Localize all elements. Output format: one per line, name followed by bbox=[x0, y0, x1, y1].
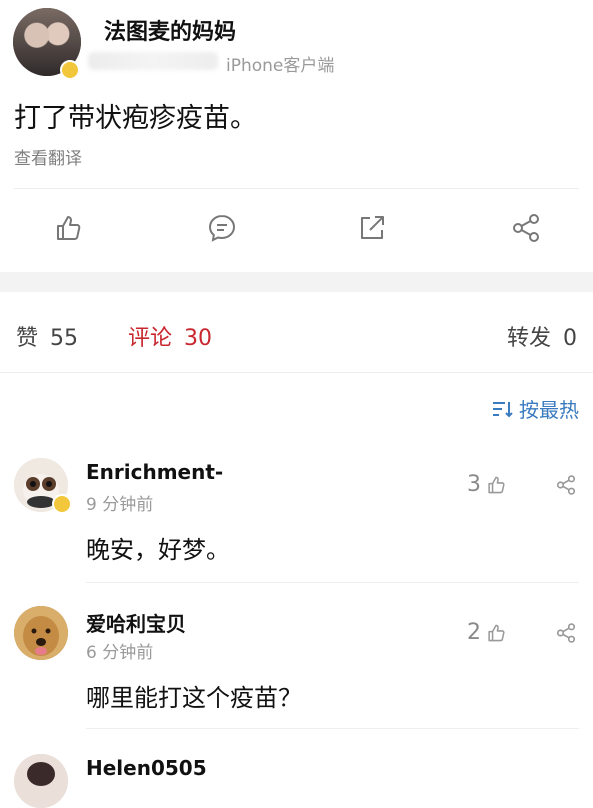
author-name[interactable]: 法图麦的妈妈 bbox=[104, 14, 236, 46]
divider bbox=[86, 728, 579, 729]
comment-button[interactable] bbox=[202, 208, 242, 248]
commenter-name[interactable]: Helen0505 bbox=[86, 756, 207, 780]
comment-text: 哪里能打这个疫苗？ bbox=[86, 684, 302, 712]
comment-item: 爱哈利宝贝 6 分钟前 哪里能打这个疫苗？ 2 bbox=[0, 600, 593, 730]
translate-link[interactable]: 查看翻译 bbox=[14, 144, 82, 169]
comment-like-count: 2 bbox=[467, 620, 481, 645]
post-text: 打了带状疱疹疫苗。 bbox=[14, 103, 257, 134]
comment-like-button[interactable]: 3 bbox=[467, 472, 507, 497]
comment-item: Helen0505 bbox=[0, 748, 593, 808]
verified-badge-icon bbox=[52, 494, 72, 514]
comment-text: 晚安，好梦。 bbox=[86, 536, 230, 564]
comment-time: 9 分钟前 bbox=[86, 495, 154, 515]
likes-count: 55 bbox=[50, 326, 79, 351]
share-icon[interactable] bbox=[555, 622, 577, 644]
reposts-label: 转发 bbox=[506, 326, 551, 351]
share-button[interactable] bbox=[506, 208, 546, 248]
repost-icon bbox=[361, 216, 384, 239]
repost-button[interactable] bbox=[352, 208, 392, 248]
share-icon[interactable] bbox=[555, 474, 577, 496]
likes-label: 赞 bbox=[16, 326, 39, 351]
post-header: 法图麦的妈妈 iPhone客户端 bbox=[0, 0, 593, 85]
divider bbox=[14, 188, 579, 189]
commenter-avatar[interactable] bbox=[14, 606, 68, 660]
sort-label: 按最热 bbox=[519, 398, 579, 422]
sort-icon bbox=[493, 401, 513, 417]
comment-item: Enrichment- 9 分钟前 晚安，好梦。 3 bbox=[0, 452, 593, 583]
comment-time: 6 分钟前 bbox=[86, 643, 154, 663]
reposts-count: 0 bbox=[563, 326, 577, 351]
comments-count: 30 bbox=[184, 326, 213, 351]
commenter-name[interactable]: Enrichment- bbox=[86, 460, 223, 484]
comments-label: 评论 bbox=[128, 326, 173, 351]
post-source: iPhone客户端 bbox=[226, 56, 335, 76]
like-icon bbox=[488, 624, 505, 641]
tab-likes[interactable]: 赞 55 bbox=[16, 320, 78, 352]
divider bbox=[86, 582, 579, 583]
blurred-timestamp bbox=[88, 52, 218, 70]
comment-icon bbox=[208, 214, 236, 242]
action-bar bbox=[0, 200, 593, 262]
section-separator bbox=[0, 272, 593, 292]
stats-tabs: 赞 55 评论 30 转发 0 bbox=[0, 292, 593, 370]
sort-button[interactable]: 按最热 bbox=[491, 394, 579, 423]
tab-comments[interactable]: 评论 30 bbox=[128, 320, 212, 352]
avatar-image bbox=[14, 754, 68, 808]
share-icon bbox=[513, 214, 539, 242]
comment-like-count: 3 bbox=[467, 472, 481, 497]
avatar-image bbox=[14, 606, 68, 660]
verified-badge-icon bbox=[60, 60, 80, 80]
divider bbox=[0, 372, 593, 373]
like-icon bbox=[488, 476, 505, 493]
like-icon bbox=[57, 216, 81, 240]
tab-reposts[interactable]: 转发 0 bbox=[507, 320, 577, 352]
comment-like-button[interactable]: 2 bbox=[467, 620, 507, 645]
commenter-avatar[interactable] bbox=[14, 754, 68, 808]
like-button[interactable] bbox=[48, 208, 88, 248]
commenter-name[interactable]: 爱哈利宝贝 bbox=[86, 608, 186, 637]
